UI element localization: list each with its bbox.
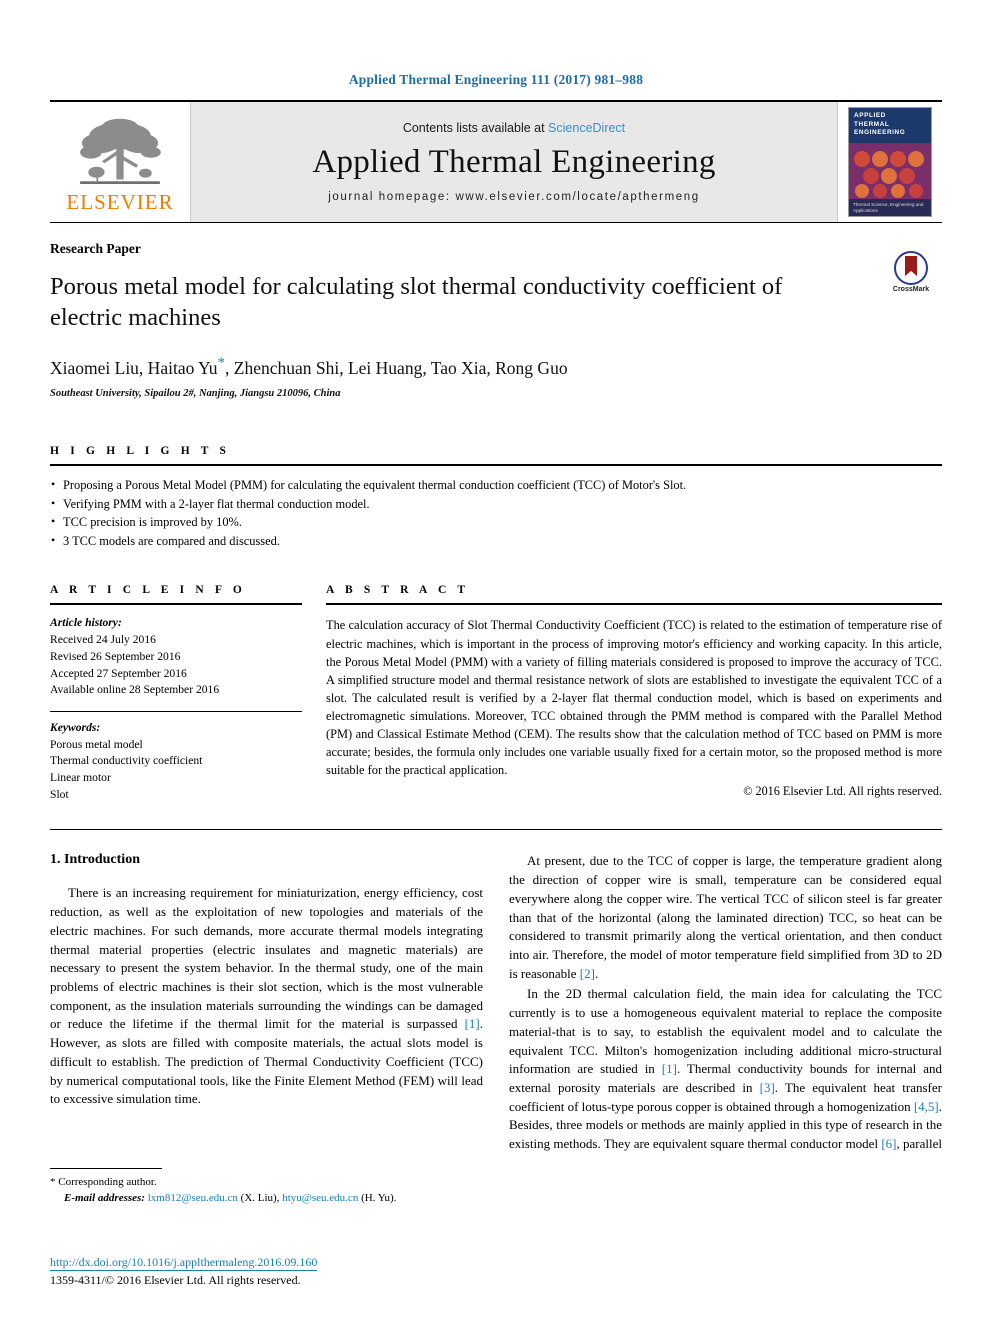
history-received: Received 24 July 2016 <box>50 633 156 647</box>
citation-ref[interactable]: [2] <box>580 966 595 981</box>
corresponding-author-note: * Corresponding author. <box>50 1175 470 1191</box>
article-info-heading: A R T I C L E I N F O <box>50 584 246 597</box>
footnote-block: * Corresponding author. E-mail addresses… <box>50 1168 470 1207</box>
corresponding-author-marker: * <box>217 355 226 372</box>
body-columns: 1. Introduction There is an increasing r… <box>50 852 942 1156</box>
footnote-marker: * <box>50 1176 56 1188</box>
contents-available-line: Contents lists available at ScienceDirec… <box>403 121 625 135</box>
body-column-left: 1. Introduction There is an increasing r… <box>50 852 483 1156</box>
copyright-line: © 2016 Elsevier Ltd. All rights reserved… <box>743 784 942 799</box>
publisher-name: ELSEVIER <box>66 189 174 214</box>
list-item: Proposing a Porous Metal Model (PMM) for… <box>50 475 942 495</box>
history-accepted: Accepted 27 September 2016 <box>50 666 187 680</box>
paragraph-text: There is an increasing requirement for m… <box>50 885 483 1032</box>
citation-ref[interactable]: [1] <box>662 1061 677 1076</box>
article-history-label: Article history: <box>50 616 122 630</box>
masthead-center: Contents lists available at ScienceDirec… <box>190 102 838 222</box>
abstract-column: A B S T R A C T The calculation accuracy… <box>326 584 942 803</box>
authors-primary: Xiaomei Liu, Haitao Yu <box>50 358 218 379</box>
corresponding-author-text: Corresponding author. <box>58 1176 157 1188</box>
paragraph-text: , parallel <box>896 1136 942 1152</box>
keywords-label: Keywords: <box>50 720 101 734</box>
citation-ref[interactable]: [6] <box>881 1136 896 1151</box>
article-info-rule <box>50 603 302 606</box>
abstract-text: The calculation accuracy of Slot Thermal… <box>326 618 942 778</box>
crossmark-label: CrossMark <box>892 286 930 293</box>
cover-title-line1: APPLIED <box>854 112 886 119</box>
email-note: E-mail addresses: lxm812@seu.edu.cn (X. … <box>50 1191 470 1207</box>
email-link-2[interactable]: htyu@seu.edu.cn <box>282 1192 358 1204</box>
contents-prefix: Contents lists available at <box>402 120 549 135</box>
citation-ref[interactable]: [3] <box>760 1080 775 1095</box>
issn-copyright-line: 1359-4311/© 2016 Elsevier Ltd. All right… <box>50 1273 301 1287</box>
paragraph-text: At present, due to the TCC of copper is … <box>509 853 942 981</box>
doi-link[interactable]: http://dx.doi.org/10.1016/j.applthermale… <box>50 1255 318 1271</box>
body-column-right: At present, due to the TCC of copper is … <box>509 852 942 1156</box>
abstract-heading: A B S T R A C T <box>326 584 470 597</box>
list-item: TCC precision is improved by 10%. <box>50 512 942 532</box>
keyword-item: Slot <box>50 787 69 801</box>
paper-page: Applied Thermal Engineering 111 (2017) 9… <box>0 0 992 1323</box>
list-item: 3 TCC models are compared and discussed. <box>50 531 942 551</box>
paragraph: There is an increasing requirement for m… <box>50 884 483 1109</box>
cover-title-line3: ENGINEERING <box>854 129 906 137</box>
cover-graphic-icon <box>849 142 931 199</box>
journal-cover-thumbnail: APPLIED THERMAL ENGINEERING Thermal Scie… <box>848 107 932 217</box>
history-online: Available online 28 September 2016 <box>50 683 220 697</box>
keyword-item: Thermal conductivity coefficient <box>50 754 203 768</box>
citation-ref[interactable]: [4,5] <box>914 1099 939 1114</box>
publisher-logo: ELSEVIER <box>50 102 190 222</box>
article-header: Research Paper Porous metal model for ca… <box>50 223 942 399</box>
highlights-heading: H I G H L I G H T S <box>50 445 231 458</box>
paragraph: In the 2D thermal calculation field, the… <box>509 985 942 1153</box>
cover-artwork <box>849 142 931 199</box>
paragraph: At present, due to the TCC of copper is … <box>509 852 942 983</box>
article-history: Article history: Received 24 July 2016 R… <box>50 615 302 698</box>
cover-footer-text: Thermal Science, Engineering and Applica… <box>849 198 931 216</box>
elsevier-tree-icon <box>80 118 161 184</box>
footnote-rule <box>50 1168 162 1169</box>
crossmark-icon <box>894 251 928 285</box>
section-heading-introduction: 1. Introduction <box>50 852 140 868</box>
running-head: Applied Thermal Engineering 111 (2017) 9… <box>348 72 644 87</box>
keyword-item: Porous metal model <box>50 737 143 751</box>
article-type-label: Research Paper <box>50 241 141 256</box>
journal-homepage[interactable]: journal homepage: www.elsevier.com/locat… <box>328 191 700 203</box>
article-info-column: A R T I C L E I N F O Article history: R… <box>50 584 302 803</box>
email-link-1[interactable]: lxm812@seu.edu.cn <box>148 1192 238 1204</box>
authors-secondary: , Zhenchuan Shi, Lei Huang, Tao Xia, Ron… <box>225 358 568 379</box>
abstract-rule <box>326 603 942 606</box>
history-revised: Revised 26 September 2016 <box>50 649 181 663</box>
footer-block: http://dx.doi.org/10.1016/j.applthermale… <box>50 1253 318 1288</box>
journal-masthead: ELSEVIER Contents lists available at Sci… <box>50 100 942 223</box>
cover-title-block: APPLIED THERMAL ENGINEERING <box>849 108 931 143</box>
affiliation: Southeast University, Sipailou 2#, Nanji… <box>50 388 341 400</box>
highlights-section: H I G H L I G H T S Proposing a Porous M… <box>50 445 942 550</box>
keyword-item: Linear motor <box>50 770 111 784</box>
email-owner-1: (X. Liu), <box>240 1191 280 1204</box>
cover-title-line2: THERMAL <box>854 120 890 128</box>
journal-title: Applied Thermal Engineering <box>312 143 716 180</box>
author-list: Xiaomei Liu, Haitao Yu*, Zhenchuan Shi, … <box>50 355 942 379</box>
page-title: Porous metal model for calculating slot … <box>50 273 783 332</box>
email-owner-2: (H. Yu). <box>361 1191 397 1204</box>
sciencedirect-link[interactable]: ScienceDirect <box>548 121 625 135</box>
body-separator-rule <box>50 829 942 831</box>
journal-cover-area: APPLIED THERMAL ENGINEERING Thermal Scie… <box>838 102 942 222</box>
citation-ref[interactable]: [1] <box>465 1016 480 1031</box>
list-item: Verifying PMM with a 2-layer flat therma… <box>50 494 942 514</box>
crossmark-badge[interactable]: CrossMark <box>880 251 942 293</box>
highlights-list: Proposing a Porous Metal Model (PMM) for… <box>50 475 942 551</box>
info-abstract-row: A R T I C L E I N F O Article history: R… <box>50 584 942 803</box>
highlights-rule <box>50 464 942 467</box>
paragraph-text-cont: . <box>594 965 599 981</box>
email-label: E-mail addresses: <box>64 1191 145 1204</box>
keywords-block: Keywords: Porous metal model Thermal con… <box>50 710 302 803</box>
